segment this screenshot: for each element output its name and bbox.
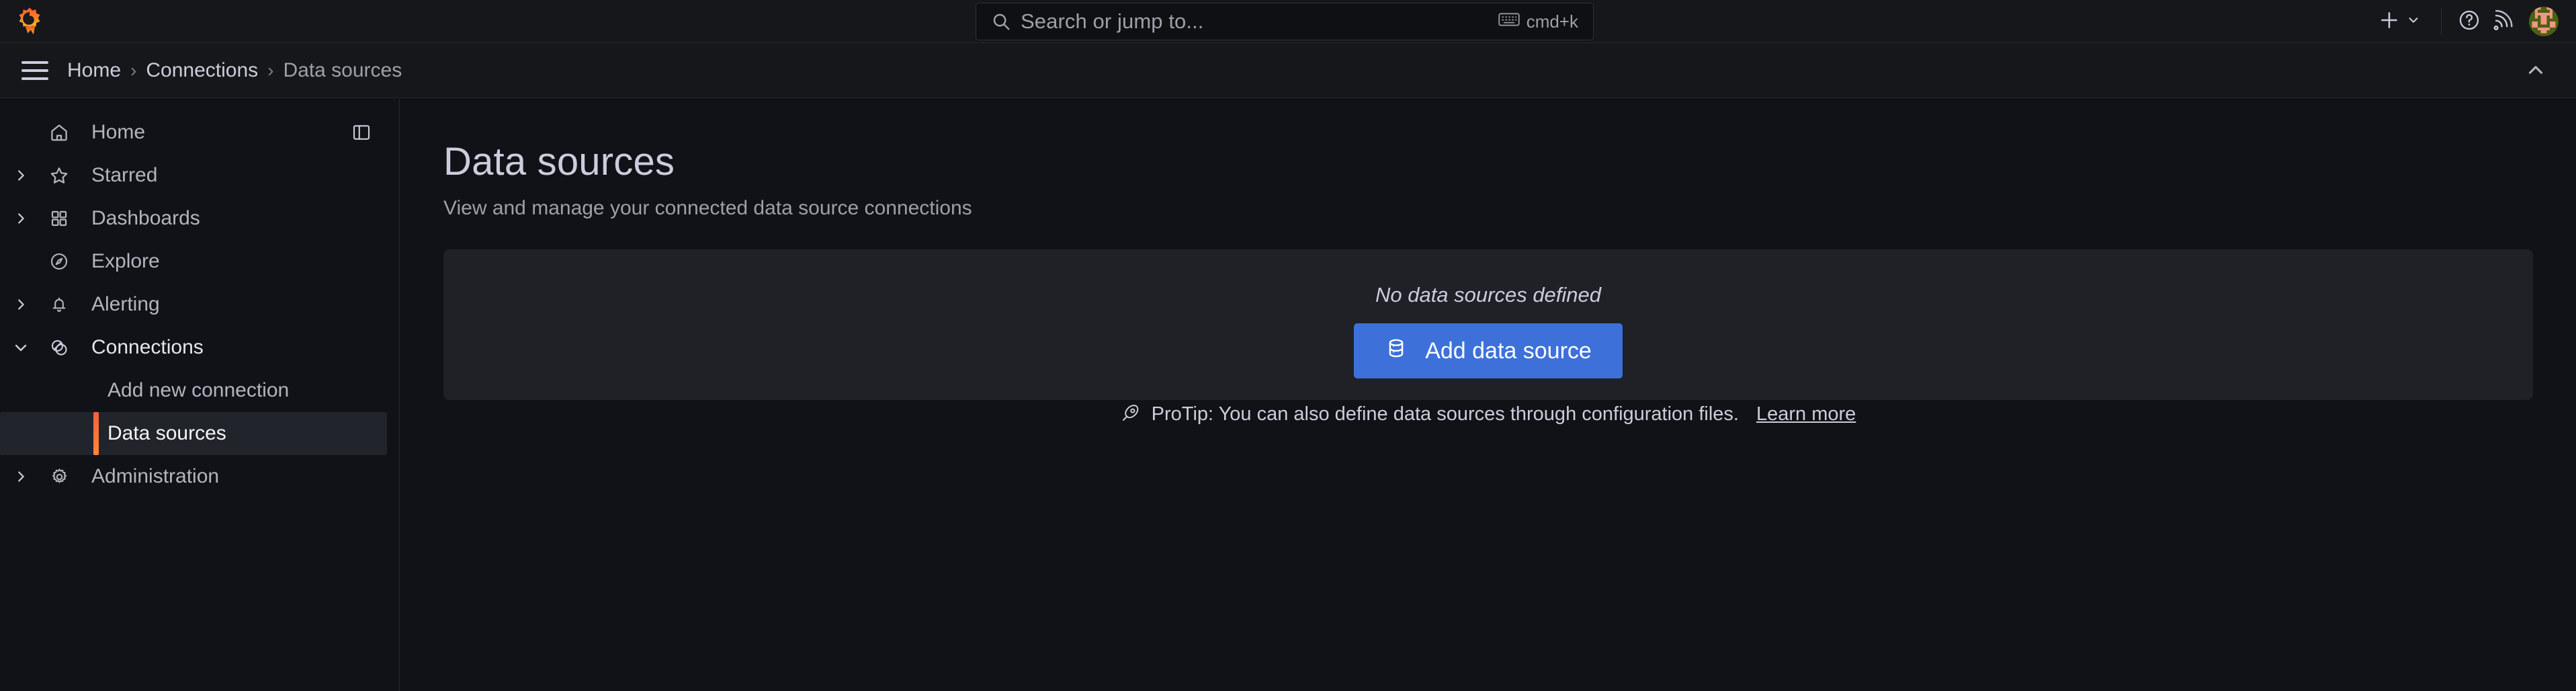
sidebar-item-explore[interactable]: Explore	[0, 240, 387, 283]
chevron-right-icon[interactable]	[0, 154, 42, 197]
sidebar-item-administration[interactable]: Administration	[0, 455, 387, 498]
topbar-actions	[2368, 0, 2559, 43]
sidebar-item-add-new-connection[interactable]: Add new connection	[0, 369, 387, 412]
protip-row: ProTip: You can also define data sources…	[443, 403, 2533, 426]
sidebar-item-starred[interactable]: Starred	[0, 154, 387, 197]
dock-menu-icon[interactable]	[348, 119, 375, 146]
database-icon	[1385, 337, 1408, 366]
page-title: Data sources	[443, 140, 675, 184]
add-data-source-button[interactable]: Add data source	[1354, 323, 1623, 378]
sidebar-item-alerting[interactable]: Alerting	[0, 283, 387, 326]
add-data-source-row: Add data source	[443, 323, 2533, 378]
chevron-right-icon[interactable]	[0, 455, 42, 498]
search-shortcut-hint: cmd+k	[1498, 11, 1578, 32]
chevron-right-icon[interactable]	[0, 197, 42, 240]
breadcrumb-item-home[interactable]: Home	[67, 59, 121, 82]
hamburger-line	[22, 77, 48, 80]
global-search-box[interactable]: Search or jump to... cmd+k	[976, 3, 1594, 40]
chevron-down-icon[interactable]	[0, 326, 42, 369]
avatar[interactable]	[2529, 7, 2559, 36]
plus-icon	[2378, 9, 2401, 35]
hamburger-menu-icon[interactable]	[17, 53, 52, 88]
breadcrumb-separator: ›	[267, 59, 274, 81]
main-content: Data sources View and manage your connec…	[400, 99, 2576, 691]
sidebar-item-data-sources[interactable]: Data sources	[0, 412, 387, 455]
rocket-icon	[1121, 403, 1141, 426]
star-icon	[42, 154, 77, 197]
compass-icon	[42, 240, 77, 283]
collapse-header-button[interactable]	[2520, 55, 2552, 87]
search-input[interactable]: Search or jump to...	[1015, 9, 1498, 34]
grafana-logo-icon[interactable]	[15, 7, 44, 36]
chevron-up-icon	[2524, 58, 2547, 85]
apps-grid-icon	[42, 197, 77, 240]
active-indicator-bar	[93, 412, 99, 455]
breadcrumb-bar: Home › Connections › Data sources	[0, 43, 2576, 98]
sidebar-item-label: Home	[91, 121, 146, 143]
hamburger-line	[22, 69, 48, 72]
sidebar-subitem-label: Data sources	[108, 422, 226, 444]
top-navigation-bar: Search or jump to... cmd+k	[0, 0, 2576, 43]
chevron-right-icon[interactable]	[0, 283, 42, 326]
sidebar-item-label: Administration	[91, 465, 220, 487]
sidebar-item-connections[interactable]: Connections	[0, 326, 387, 369]
sidebar-item-label: Connections	[91, 336, 204, 358]
connections-icon	[42, 326, 77, 369]
breadcrumb-separator: ›	[130, 59, 137, 81]
sidebar-item-label: Dashboards	[91, 207, 200, 229]
help-button[interactable]	[2452, 0, 2486, 43]
create-new-button[interactable]	[2368, 0, 2430, 43]
home-icon	[42, 111, 77, 154]
primary-sidebar: Home Starred Dashboards Explore Alerting…	[0, 99, 400, 691]
hamburger-line	[22, 60, 48, 64]
empty-state-panel: No data sources defined Add data source	[443, 249, 2533, 425]
gear-icon	[42, 455, 77, 498]
sidebar-item-label: Alerting	[91, 293, 160, 315]
keyboard-icon	[1498, 11, 1520, 32]
sidebar-item-label: Starred	[91, 164, 158, 186]
news-button[interactable]	[2486, 0, 2520, 43]
add-data-source-label: Add data source	[1425, 337, 1592, 364]
page-subtitle: View and manage your connected data sour…	[443, 197, 972, 219]
question-circle-icon	[2458, 9, 2481, 35]
sidebar-subitem-label: Add new connection	[108, 379, 290, 401]
no-chevron-spacer	[0, 240, 42, 283]
protip-text: ProTip: You can also define data sources…	[1151, 403, 1739, 425]
search-icon	[991, 11, 1015, 32]
breadcrumb-item-data-sources: Data sources	[283, 58, 402, 81]
chevron-down-icon	[2406, 13, 2421, 31]
topbar-divider	[2441, 8, 2442, 35]
empty-state-message: No data sources defined	[1375, 283, 1602, 307]
learn-more-link[interactable]: Learn more	[1756, 403, 1856, 425]
sidebar-item-dashboards[interactable]: Dashboards	[0, 197, 387, 240]
bell-icon	[42, 283, 77, 326]
sidebar-item-label: Explore	[91, 250, 160, 272]
search-shortcut-label: cmd+k	[1526, 11, 1578, 32]
sidebar-item-home[interactable]: Home	[0, 111, 387, 154]
breadcrumb-item-connections[interactable]: Connections	[146, 59, 258, 82]
rss-icon	[2491, 9, 2514, 35]
no-chevron-spacer	[0, 111, 42, 154]
breadcrumb: Home › Connections › Data sources	[67, 59, 402, 82]
